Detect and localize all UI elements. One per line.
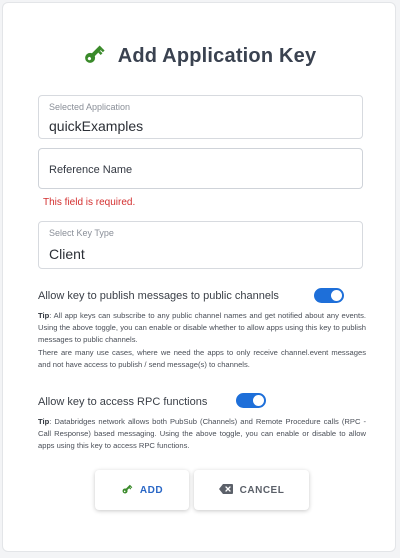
cancel-button[interactable]: CANCEL	[194, 470, 309, 510]
publish-tip: Tip: All app keys can subscribe to any p…	[38, 310, 366, 371]
publish-toggle-knob	[331, 290, 342, 301]
dialog-header: Add Application Key	[3, 41, 395, 71]
reference-name-field[interactable]: Reference Name	[38, 148, 363, 189]
selected-application-value: quickExamples	[49, 118, 144, 134]
key-icon	[121, 483, 140, 498]
rpc-toggle-knob	[253, 395, 264, 406]
backspace-icon	[218, 483, 240, 497]
publish-toggle[interactable]	[314, 288, 344, 303]
rpc-tip-text: : Databridges network allows both PubSub…	[38, 417, 366, 451]
selected-application-field[interactable]: Selected Application quickExamples	[38, 95, 363, 139]
key-type-label: Select Key Type	[49, 228, 114, 238]
reference-name-placeholder: Reference Name	[49, 164, 133, 176]
publish-tip-text-2: There are many use cases, where we need …	[38, 347, 366, 369]
key-type-value: Client	[49, 246, 85, 262]
reference-name-error: This field is required.	[43, 197, 136, 208]
rpc-tip-prefix: Tip	[38, 417, 50, 426]
publish-tip-prefix: Tip	[38, 311, 50, 320]
cancel-button-label: CANCEL	[239, 484, 285, 496]
key-icon	[82, 42, 118, 71]
key-type-select[interactable]: Select Key Type Client	[38, 221, 363, 269]
add-key-dialog: Add Application Key Selected Application…	[2, 2, 396, 552]
add-button[interactable]: ADD	[95, 470, 189, 510]
rpc-tip: Tip: Databridges network allows both Pub…	[38, 416, 366, 453]
rpc-toggle[interactable]	[236, 393, 266, 408]
selected-application-label: Selected Application	[49, 102, 131, 112]
add-button-label: ADD	[139, 484, 164, 496]
publish-tip-text: : All app keys can subscribe to any publ…	[38, 311, 366, 345]
dialog-title: Add Application Key	[117, 44, 317, 67]
publish-toggle-label: Allow key to publish messages to public …	[38, 290, 279, 302]
rpc-toggle-label: Allow key to access RPC functions	[38, 396, 208, 408]
